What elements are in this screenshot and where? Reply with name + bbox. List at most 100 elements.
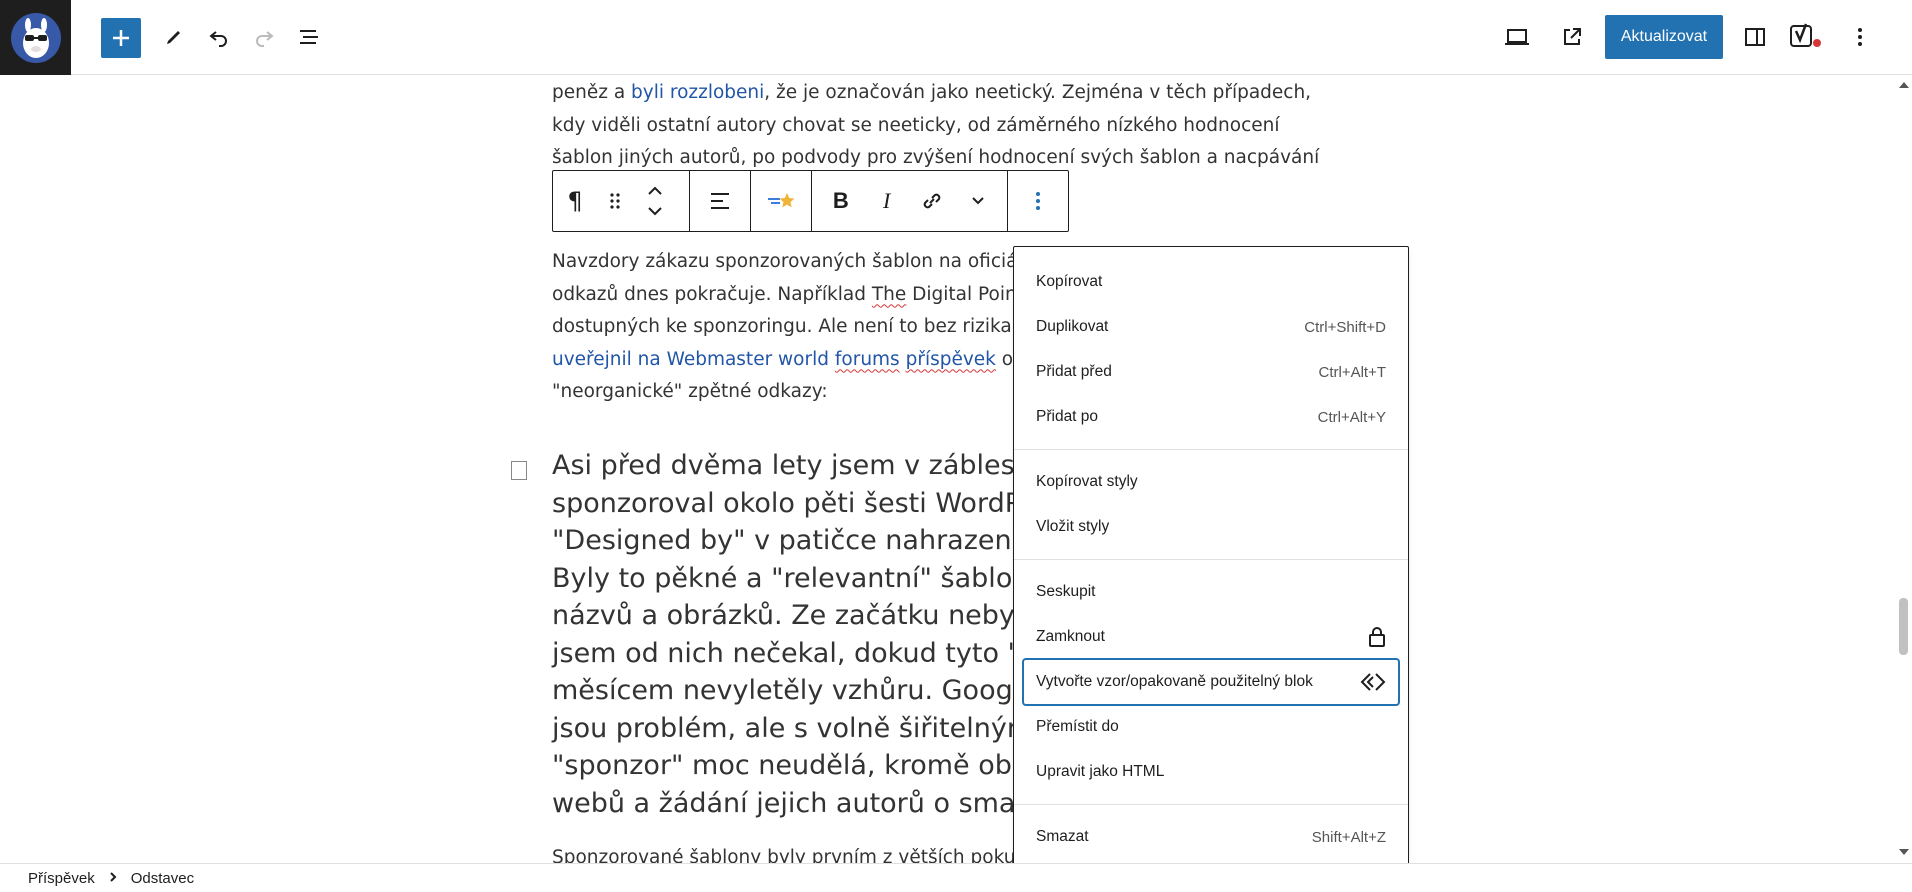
site-logo-button[interactable] [0, 0, 71, 75]
drag-handle-icon [610, 193, 620, 209]
move-block-buttons[interactable] [633, 171, 677, 231]
menu-item-label: Vytvořte vzor/opakovaně použitelný blok [1036, 673, 1313, 690]
menu-item-shortcut: Ctrl+Alt+Y [1317, 408, 1386, 426]
menu-item-label: Kopírovat [1036, 273, 1103, 290]
chevron-down-icon [972, 197, 984, 205]
inline-link[interactable]: forums [835, 349, 900, 370]
link-button[interactable] [910, 171, 954, 231]
editor-scrollbar[interactable] [1895, 76, 1912, 863]
paragraph-block[interactable]: peněz a byli rozzlobeni, že je označován… [552, 77, 1332, 175]
align-button[interactable] [698, 171, 742, 231]
menu-item-label: Zamknout [1036, 628, 1105, 645]
menu-item-duplicate[interactable]: Duplikovat Ctrl+Shift+D [1024, 305, 1398, 349]
menu-item-label: Upravit jako HTML [1036, 763, 1165, 780]
menu-item-copy-styles[interactable]: Kopírovat styly [1024, 460, 1398, 504]
menu-item-label: Kopírovat styly [1036, 473, 1138, 490]
llama-logo-icon [10, 12, 61, 63]
align-left-icon [711, 193, 729, 209]
ai-star-icon [768, 193, 795, 208]
menu-item-label: Přidat před [1036, 363, 1112, 380]
italic-icon: I [882, 188, 891, 213]
more-vertical-icon [1036, 192, 1040, 210]
list-view-icon [300, 30, 318, 44]
block-breadcrumb: Příspěvek Odstavec [0, 863, 1912, 892]
update-button[interactable]: Aktualizovat [1605, 15, 1723, 59]
scroll-up-arrow[interactable] [1899, 82, 1909, 88]
pencil-icon [167, 31, 180, 44]
menu-item-shortcut: Ctrl+Alt+T [1318, 363, 1386, 381]
italic-button[interactable]: I [865, 171, 909, 231]
menu-item-label: Přemístit do [1036, 718, 1119, 735]
menu-divider [1014, 449, 1408, 450]
menu-item-label: Seskupit [1036, 583, 1096, 600]
breadcrumb-item-post[interactable]: Příspěvek [28, 870, 95, 887]
inline-link[interactable]: příspěvek [906, 349, 996, 370]
undo-button[interactable] [199, 17, 239, 57]
menu-item-shortcut: Ctrl+Shift+D [1304, 318, 1386, 336]
symbol-icon [1360, 673, 1386, 691]
menu-item-insert-after[interactable]: Přidat po Ctrl+Alt+Y [1024, 395, 1398, 439]
redo-button[interactable] [244, 17, 284, 57]
paragraph-text: , že je označován jako neetický. Zejména… [764, 82, 1312, 103]
add-block-button[interactable] [101, 18, 141, 58]
scroll-down-arrow[interactable] [1899, 849, 1909, 855]
menu-item-shortcut: Shift+Alt+Z [1311, 828, 1386, 846]
plus-icon [113, 30, 129, 46]
menu-item-edit-html[interactable]: Upravit jako HTML [1024, 750, 1398, 794]
block-type-button[interactable]: ¶ [553, 171, 597, 231]
inline-link[interactable]: uveřejnil na Webmaster world [552, 349, 835, 370]
preview-button[interactable] [1497, 17, 1537, 57]
menu-divider [1014, 804, 1408, 805]
menu-item-insert-before[interactable]: Přidat před Ctrl+Alt+T [1024, 350, 1398, 394]
menu-item-create-pattern[interactable]: Vytvořte vzor/opakovaně použitelný blok [1022, 658, 1400, 706]
drag-handle[interactable] [597, 171, 633, 231]
menu-item-label: Smazat [1036, 828, 1089, 845]
menu-item-label: Duplikovat [1036, 318, 1109, 335]
link-icon [924, 193, 941, 209]
yoast-button[interactable] [1786, 17, 1826, 57]
menu-item-label: Vložit styly [1036, 518, 1110, 535]
paragraph-text: o [995, 348, 1014, 370]
yoast-icon [1790, 23, 1821, 47]
undo-icon [209, 31, 227, 47]
view-post-button[interactable] [1552, 17, 1592, 57]
block-toolbar: ¶ B I [552, 170, 1069, 232]
breadcrumb-item-paragraph[interactable]: Odstavec [131, 870, 194, 887]
settings-sidebar-button[interactable] [1735, 17, 1775, 57]
spellcheck-word: The [871, 283, 907, 305]
paragraph-text: Digital Poin [906, 283, 1017, 305]
menu-item-label: Přidat po [1036, 408, 1099, 425]
quote-block-icon [511, 461, 527, 480]
bold-icon: B [832, 188, 849, 213]
sidebar-toggle-icon [1745, 28, 1765, 46]
scroll-thumb[interactable] [1899, 598, 1908, 655]
tools-button[interactable] [154, 17, 194, 57]
editor-header: Aktualizovat [0, 0, 1912, 75]
move-up-down-icon [648, 186, 662, 216]
bold-button[interactable]: B [819, 171, 863, 231]
menu-item-move-to[interactable]: Přemístit do [1024, 705, 1398, 749]
inline-link[interactable]: byli rozzlobeni [631, 82, 764, 103]
chevron-right-icon [109, 871, 117, 886]
lock-icon [1369, 627, 1385, 647]
menu-item-lock[interactable]: Zamknout [1024, 615, 1398, 659]
menu-item-delete[interactable]: Smazat Shift+Alt+Z [1024, 815, 1398, 859]
more-formatting-button[interactable] [956, 171, 1000, 231]
paragraph-text: peněz a [552, 82, 632, 103]
external-link-icon [1564, 28, 1581, 45]
menu-item-group[interactable]: Seskupit [1024, 570, 1398, 614]
paragraph-icon: ¶ [567, 187, 583, 215]
options-button[interactable] [1840, 17, 1880, 57]
menu-divider [1014, 559, 1408, 560]
paragraph-text: odkazů dnes pokračuje. Například [552, 283, 872, 305]
ai-assistant-button[interactable] [759, 171, 803, 231]
paragraph-text: kdy viděli ostatní autory chovat se neet… [552, 114, 1280, 136]
block-options-menu: Kopírovat Duplikovat Ctrl+Shift+D Přidat … [1013, 246, 1409, 873]
block-options-button[interactable] [1016, 171, 1060, 231]
more-vertical-icon [1858, 28, 1862, 46]
redo-icon [256, 31, 274, 47]
list-view-button[interactable] [289, 17, 329, 57]
menu-item-copy[interactable]: Kopírovat [1024, 260, 1398, 304]
desktop-preview-icon [1505, 29, 1529, 45]
menu-item-paste-styles[interactable]: Vložit styly [1024, 505, 1398, 549]
